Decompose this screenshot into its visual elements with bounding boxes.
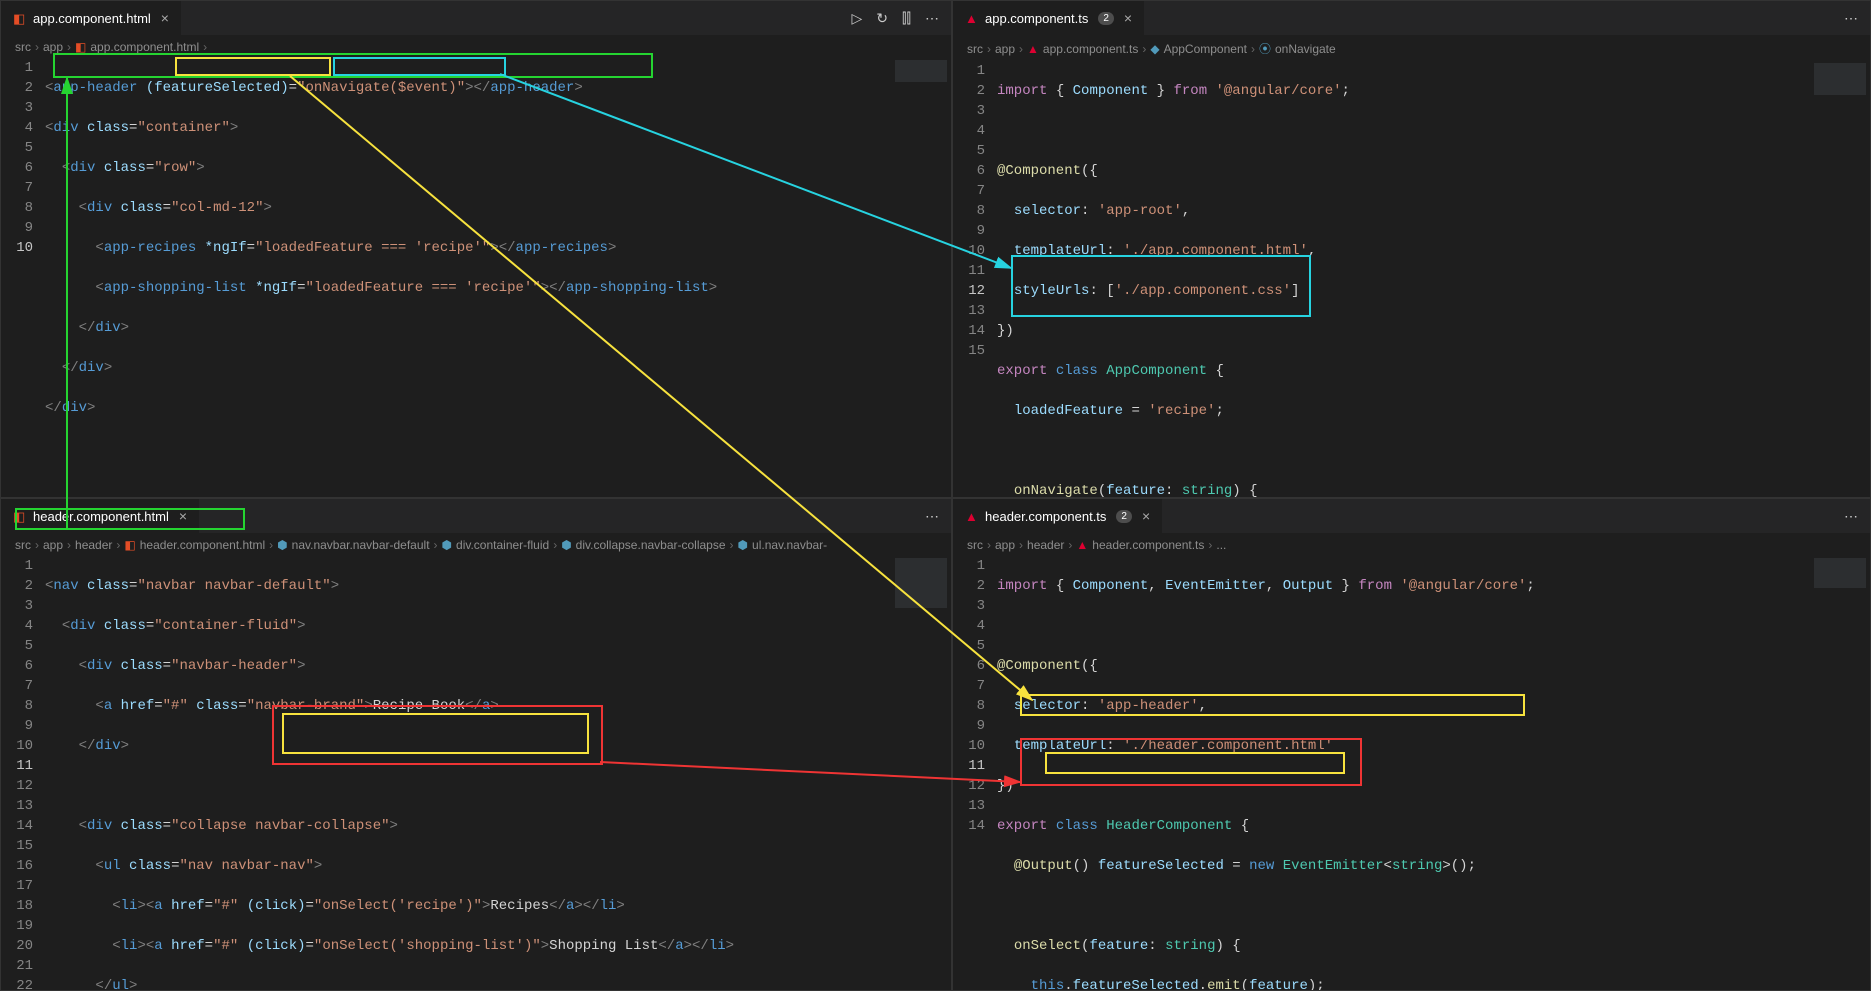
more-icon[interactable]: ⋯ <box>925 10 939 27</box>
html-icon: ◧ <box>13 11 27 25</box>
angular-icon: ▲ <box>965 11 979 25</box>
code-content[interactable]: import { Component } from '@angular/core… <box>997 61 1810 497</box>
editor-tab-header-html[interactable]: ◧ header.component.html × <box>1 499 199 534</box>
minimap[interactable] <box>1810 556 1870 990</box>
editor-tab-app-html[interactable]: ◧ app.component.html × <box>1 1 181 36</box>
breadcrumb[interactable]: src› app› ▲app.component.ts› ◆AppCompone… <box>953 36 1870 61</box>
code-editor[interactable]: 1234567891011121314 import { Component, … <box>953 556 1870 990</box>
minimap[interactable] <box>891 58 951 497</box>
code-content[interactable]: import { Component, EventEmitter, Output… <box>997 556 1810 990</box>
tabbar-actions: ▷ ↻ ⫿⫿ ⋯ <box>852 10 951 27</box>
line-numbers: 12345678910 <box>1 58 45 497</box>
pane-bottom-left: ◧ header.component.html × ⋯ src› app› he… <box>0 498 952 991</box>
code-editor[interactable]: 1234567891011121314151617181920212223 <n… <box>1 556 951 990</box>
editor-tab-app-ts[interactable]: ▲ app.component.ts 2 × <box>953 1 1144 36</box>
problems-badge: 2 <box>1116 510 1132 523</box>
minimap[interactable] <box>891 556 951 990</box>
breadcrumb[interactable]: src› app› ◧app.component.html› <box>1 36 951 58</box>
code-content[interactable]: <app-header (featureSelected)="onNavigat… <box>45 58 891 497</box>
tabbar: ◧ app.component.html × ▷ ↻ ⫿⫿ ⋯ <box>1 1 951 36</box>
refresh-icon[interactable]: ↻ <box>876 10 888 27</box>
more-icon[interactable]: ⋯ <box>925 508 939 525</box>
code-content[interactable]: <nav class="navbar navbar-default"> <div… <box>45 556 891 990</box>
close-icon[interactable]: × <box>1142 508 1150 524</box>
pane-top-left: ◧ app.component.html × ▷ ↻ ⫿⫿ ⋯ src› app… <box>0 0 952 498</box>
more-icon[interactable]: ⋯ <box>1844 10 1858 27</box>
breadcrumb[interactable]: src› app› header› ▲header.component.ts› … <box>953 534 1870 556</box>
tabbar: ▲ app.component.ts 2 × ⋯ <box>953 1 1870 36</box>
problems-badge: 2 <box>1098 12 1114 25</box>
breadcrumb[interactable]: src› app› header› ◧header.component.html… <box>1 534 951 556</box>
line-numbers: 123456789101112131415 <box>953 61 997 497</box>
html-icon: ◧ <box>13 509 27 523</box>
tab-title: app.component.ts <box>985 11 1088 26</box>
split-icon[interactable]: ⫿⫿ <box>902 10 911 27</box>
tabbar: ▲ header.component.ts 2 × ⋯ <box>953 499 1870 534</box>
run-icon[interactable]: ▷ <box>852 10 863 27</box>
tab-title: header.component.html <box>33 509 169 524</box>
code-editor[interactable]: 12345678910 <app-header (featureSelected… <box>1 58 951 497</box>
pane-top-right: ▲ app.component.ts 2 × ⋯ src› app› ▲app.… <box>952 0 1871 498</box>
tab-title: header.component.ts <box>985 509 1106 524</box>
more-icon[interactable]: ⋯ <box>1844 508 1858 525</box>
code-editor[interactable]: 123456789101112131415 import { Component… <box>953 61 1870 497</box>
minimap[interactable] <box>1810 61 1870 497</box>
line-numbers: 1234567891011121314151617181920212223 <box>1 556 45 990</box>
close-icon[interactable]: × <box>161 10 169 26</box>
editor-tab-header-ts[interactable]: ▲ header.component.ts 2 × <box>953 499 1162 534</box>
tab-title: app.component.html <box>33 11 151 26</box>
line-numbers: 1234567891011121314 <box>953 556 997 990</box>
tabbar: ◧ header.component.html × ⋯ <box>1 499 951 534</box>
pane-bottom-right: ▲ header.component.ts 2 × ⋯ src› app› he… <box>952 498 1871 991</box>
angular-icon: ▲ <box>965 509 979 523</box>
close-icon[interactable]: × <box>1124 10 1132 26</box>
close-icon[interactable]: × <box>179 508 187 524</box>
